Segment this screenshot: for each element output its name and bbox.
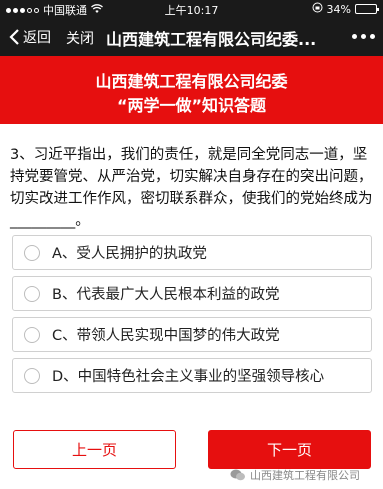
radio-icon[interactable] [24,326,40,343]
watermark: 山西建筑工程有限公司 [230,467,360,483]
option-label: C、带领人民实现中国梦的伟大政党 [52,328,280,344]
wechat-icon [230,469,245,481]
status-right: 34% [312,2,379,16]
battery-icon [355,4,379,14]
back-label: 返回 [23,30,51,46]
lock-rotation-icon [312,2,323,16]
status-bar: 中国联通 上午10:17 34% [0,0,383,18]
nav-bar: 返回 关闭 山西建筑工程有限公司纪委... [0,18,383,56]
battery-percent: 34% [326,2,351,16]
option-c[interactable]: C、带领人民实现中国梦的伟大政党 [12,317,372,352]
radio-icon[interactable] [24,244,40,261]
option-b[interactable]: B、代表最广大人民根本利益的政党 [12,276,372,311]
question-text: 3、习近平指出，我们的责任，就是同全党同志一道，坚持党要管党、从严治党，切实解决… [10,147,373,229]
more-icon[interactable] [352,34,375,39]
option-label: B、代表最广大人民根本利益的政党 [52,287,280,303]
banner-title: 山西建筑工程有限公司纪委 [95,72,288,91]
header-banner: 山西建筑工程有限公司纪委 “两学一做”知识答题 [0,56,383,124]
next-page-button[interactable]: 下一页 [208,430,371,469]
radio-icon[interactable] [24,285,40,302]
options-list: A、受人民拥护的执政党 B、代表最广大人民根本利益的政党 C、带领人民实现中国梦… [12,235,372,399]
page-title: 山西建筑工程有限公司纪委... [106,30,317,49]
watermark-text: 山西建筑工程有限公司 [250,469,360,482]
chevron-left-icon [9,29,19,45]
option-a[interactable]: A、受人民拥护的执政党 [12,235,372,270]
radio-icon[interactable] [24,367,40,384]
banner-subtitle: “两学一做”知识答题 [116,96,267,115]
previous-page-button[interactable]: 上一页 [13,430,176,469]
close-button[interactable]: 关闭 [66,28,94,48]
back-button[interactable]: 返回 [8,27,51,47]
option-d[interactable]: D、中国特色社会主义事业的坚强领导核心 [12,358,372,393]
option-label: D、中国特色社会主义事业的坚强领导核心 [52,369,325,385]
option-label: A、受人民拥护的执政党 [52,246,207,262]
